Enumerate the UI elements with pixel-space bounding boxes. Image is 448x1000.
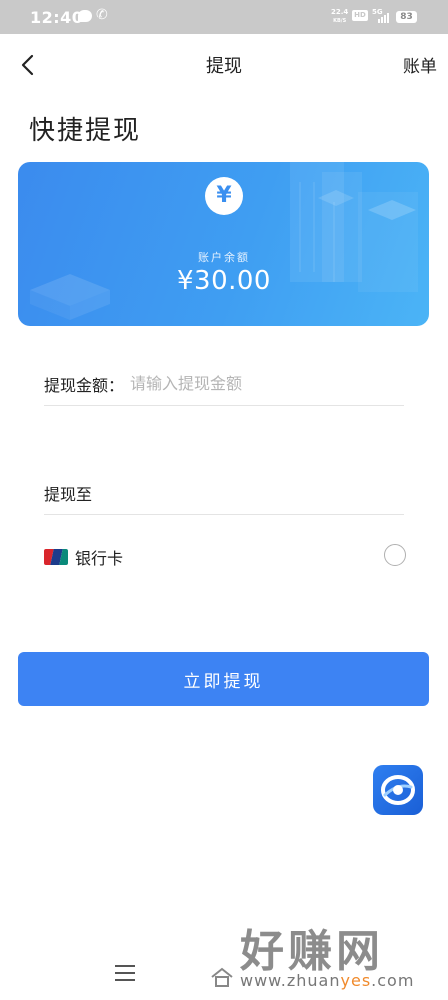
menu-icon[interactable] xyxy=(115,965,135,981)
speed-value: 22.4 xyxy=(331,8,349,16)
battery-level: 83 xyxy=(400,12,413,22)
watermark-url-highlight: yes xyxy=(340,971,372,990)
watermark-brand: 好赚网 xyxy=(240,926,384,977)
amount-label: 提现金额： xyxy=(44,376,125,395)
unionpay-icon xyxy=(44,549,68,565)
watermark: 好赚网 www.zhuanyes.com xyxy=(211,915,440,995)
radio-icon[interactable] xyxy=(384,544,406,566)
app-logo-icon[interactable] xyxy=(373,765,423,815)
yen-icon: ¥ xyxy=(205,177,243,215)
balance-label: 账户余额 xyxy=(198,251,250,264)
status-bar: 12:40 ✆ 22.4 KB/S HD 5G 83 xyxy=(0,0,448,34)
withdraw-now-button[interactable]: 立即提现 xyxy=(18,652,429,706)
battery-icon: 83 xyxy=(396,11,417,23)
status-time: 12:40 xyxy=(30,8,84,27)
phone-icon: ✆ xyxy=(96,7,108,23)
watermark-url-prefix: www.zhuan xyxy=(240,971,341,990)
balance-amount: ¥30.00 xyxy=(177,266,271,296)
page-heading: 快捷提现 xyxy=(29,116,142,146)
bill-button[interactable]: 账单 xyxy=(403,52,437,77)
signal-icon: 5G xyxy=(372,8,392,23)
withdraw-to-label: 提现至 xyxy=(44,485,93,504)
divider xyxy=(44,514,404,515)
watermark-url-suffix: .com xyxy=(371,971,415,990)
bank-card-option[interactable]: 银行卡 xyxy=(44,541,406,573)
bank-card-label: 银行卡 xyxy=(75,549,124,568)
home-icon xyxy=(211,967,233,987)
page-title: 提现 xyxy=(206,56,242,77)
network-speed: 22.4 KB/S xyxy=(331,8,348,25)
watermark-url: www.zhuanyes.com xyxy=(240,971,414,990)
chat-icon xyxy=(78,10,92,22)
back-icon[interactable] xyxy=(18,54,40,76)
app-logo-graphic xyxy=(381,775,415,805)
network-type: 5G xyxy=(372,8,383,16)
divider xyxy=(44,405,404,406)
hd-badge: HD xyxy=(352,10,368,21)
speed-unit: KB/S xyxy=(333,18,347,24)
amount-input[interactable] xyxy=(130,368,400,398)
